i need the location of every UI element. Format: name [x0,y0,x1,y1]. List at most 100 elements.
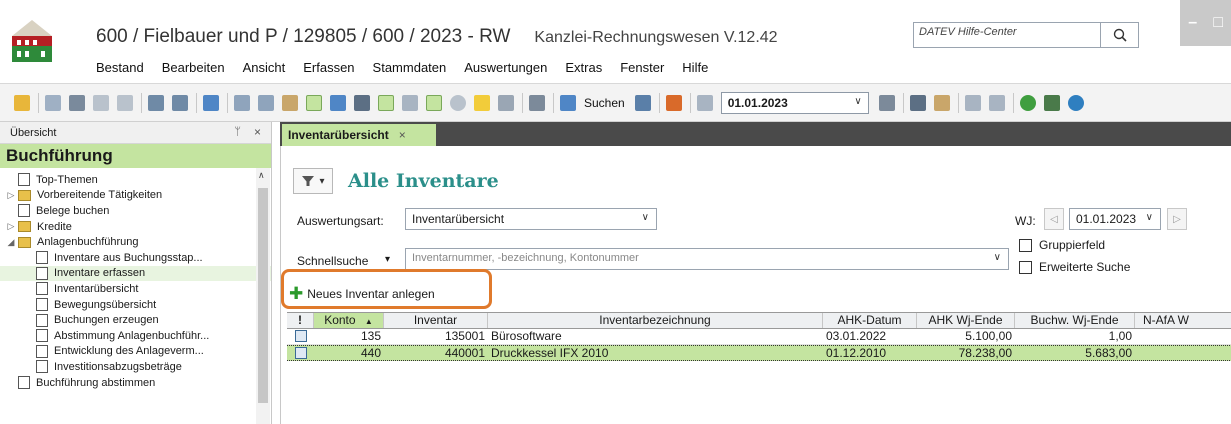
sidebar-item[interactable]: ▷ Vorbereitende Tätigkeiten [0,188,271,204]
phone-icon[interactable] [203,94,219,111]
help-icon[interactable] [1019,94,1036,111]
close-tab-icon[interactable]: × [399,128,406,142]
table-row[interactable]: 440 440001 Druckkessel IFX 2010 01.12.2010 7… [287,345,1231,361]
calculator-icon[interactable] [909,94,926,111]
stamp-icon[interactable] [498,94,514,111]
menu-bearbeiten[interactable]: Bearbeiten [162,60,225,75]
document-icon [36,298,48,312]
copy-icon[interactable] [258,94,274,111]
tools-icon[interactable] [330,94,346,111]
menu-auswertungen[interactable]: Auswertungen [464,60,547,75]
document-icon [36,282,48,296]
paste-icon[interactable] [282,94,298,111]
column-header-konto[interactable]: Konto ▲ [314,313,384,328]
arrow-right-icon[interactable] [117,94,133,111]
print-icon[interactable] [69,94,85,111]
note-icon[interactable] [474,94,490,111]
sidebar-item[interactable]: Investitionsabzugsbeträge [0,359,271,375]
search-toolbar-button[interactable]: Suchen [584,96,625,110]
column-header-nafa[interactable]: N-AfA W [1135,313,1231,328]
minimize-button[interactable]: – [1180,0,1206,46]
maximize-button[interactable]: □ [1206,0,1231,46]
period-date-select[interactable]: 01.01.2023 ∨ [720,91,869,114]
column-header-ahk-wj-ende[interactable]: AHK Wj-Ende [917,313,1015,328]
sidebar-item[interactable]: Belege buchen [0,203,271,219]
archive-icon[interactable] [529,94,545,111]
expand-icon[interactable]: ▷ [4,221,18,232]
sidebar-item[interactable]: Inventare aus Buchungsstap... [0,250,271,266]
schnellsuche-input[interactable]: Inventarnummer, -bezeichnung, Kontonumme… [405,248,1009,270]
grid-view-icon[interactable] [378,94,394,111]
save-filter-icon[interactable] [634,94,651,111]
wj-previous-button[interactable]: ◁ [1044,208,1064,230]
toolbar-separator [141,92,142,113]
help-search-button[interactable] [1101,22,1139,48]
expand-icon[interactable]: ▷ [4,190,18,201]
list-icon[interactable] [354,94,370,111]
print-preview-icon[interactable] [45,94,61,111]
column-header-ahk-datum[interactable]: AHK-Datum [823,313,917,328]
sidebar-item[interactable]: Buchführung abstimmen [0,375,271,391]
sidebar-item[interactable]: Inventare erfassen [0,265,271,282]
menu-stammdaten[interactable]: Stammdaten [373,60,447,75]
filter-icon[interactable] [306,94,322,111]
menu-extras[interactable]: Extras [565,60,602,75]
tab-inventaruebersicht[interactable]: Inventarübersicht × [282,124,436,146]
open-folder-icon[interactable] [14,94,30,111]
scroll-up-icon[interactable]: ∧ [258,170,265,181]
calendar-icon[interactable] [696,94,713,111]
search-toolbar-icon[interactable] [560,94,576,111]
wj-next-button[interactable]: ▷ [1167,208,1187,230]
checkbox-box[interactable] [1019,238,1032,252]
gruppierfeld-checkbox[interactable]: Gruppierfeld [1019,238,1105,252]
menu-ansicht[interactable]: Ansicht [243,60,286,75]
column-header-inventar[interactable]: Inventar [384,313,488,328]
column-header-inventarbezeichnung[interactable]: Inventarbezeichnung [488,313,823,328]
filter-dropdown-button[interactable]: ▾ [293,168,333,194]
sidebar-item[interactable]: ◢ Anlagenbuchführung [0,234,271,250]
cut-icon[interactable] [234,94,250,111]
auswertungsart-select[interactable]: Inventarübersicht ∨ [405,208,657,230]
sidebar-item[interactable]: Top-Themen [0,172,271,188]
schnellsuche-dropdown-icon[interactable]: ▾ [385,254,390,265]
menu-fenster[interactable]: Fenster [620,60,664,75]
ledger-icon[interactable] [933,94,950,111]
checkbox-box[interactable] [1019,260,1032,274]
columns-icon[interactable] [402,94,418,111]
clock-icon[interactable] [450,94,466,111]
toolbar-separator [658,92,660,113]
column-header-flag[interactable]: ! [287,313,314,328]
column-header-buchw-wj-ende[interactable]: Buchw. Wj-Ende [1015,313,1135,328]
pin-icon[interactable]: ᛘ [234,126,241,138]
sidebar-item[interactable]: Bewegungsübersicht [0,297,271,313]
sidebar-item[interactable]: Entwicklung des Anlageverm... [0,344,271,360]
navigation-scrollbar[interactable]: ∧ [256,168,270,424]
refresh-icon[interactable] [665,94,682,111]
menu-bestand[interactable]: Bestand [96,60,144,75]
expand-icon[interactable]: ◢ [4,237,18,248]
menu-erfassen[interactable]: Erfassen [303,60,354,75]
menu-hilfe[interactable]: Hilfe [682,60,708,75]
details-view-icon[interactable] [426,94,442,111]
book-icon[interactable] [988,94,1005,111]
sidebar-item[interactable]: ▷ Kredite [0,219,271,235]
close-panel-icon[interactable]: × [254,125,261,139]
sidebar-item[interactable]: Abstimmung Anlagenbuchführ... [0,328,271,344]
import-icon[interactable] [172,94,188,111]
sync-icon[interactable] [1067,94,1084,111]
lex-icon[interactable] [1043,94,1060,111]
sidebar-item[interactable]: Inventarübersicht [0,281,271,297]
window-title: 600 / Fielbauer und P / 129805 / 600 / 2… [96,26,778,48]
new-inventory-button[interactable]: ✚ Neues Inventar anlegen [289,282,435,306]
document-icon[interactable] [878,94,895,111]
erweiterte-suche-checkbox[interactable]: Erweiterte Suche [1019,260,1130,274]
arrow-up-icon[interactable] [93,94,109,111]
wj-select[interactable]: 01.01.2023 ∨ [1069,208,1161,230]
toolbar-separator [227,92,228,113]
export-icon[interactable] [148,94,164,111]
help-center-search-input[interactable]: DATEV Hilfe-Center [913,22,1101,48]
table-row[interactable]: 135 135001 Bürosoftware 03.01.2022 5.100,00 1… [287,329,1231,345]
sidebar-item[interactable]: Buchungen erzeugen [0,312,271,328]
scrollbar-thumb[interactable] [258,188,268,403]
inbox-icon[interactable] [964,94,981,111]
